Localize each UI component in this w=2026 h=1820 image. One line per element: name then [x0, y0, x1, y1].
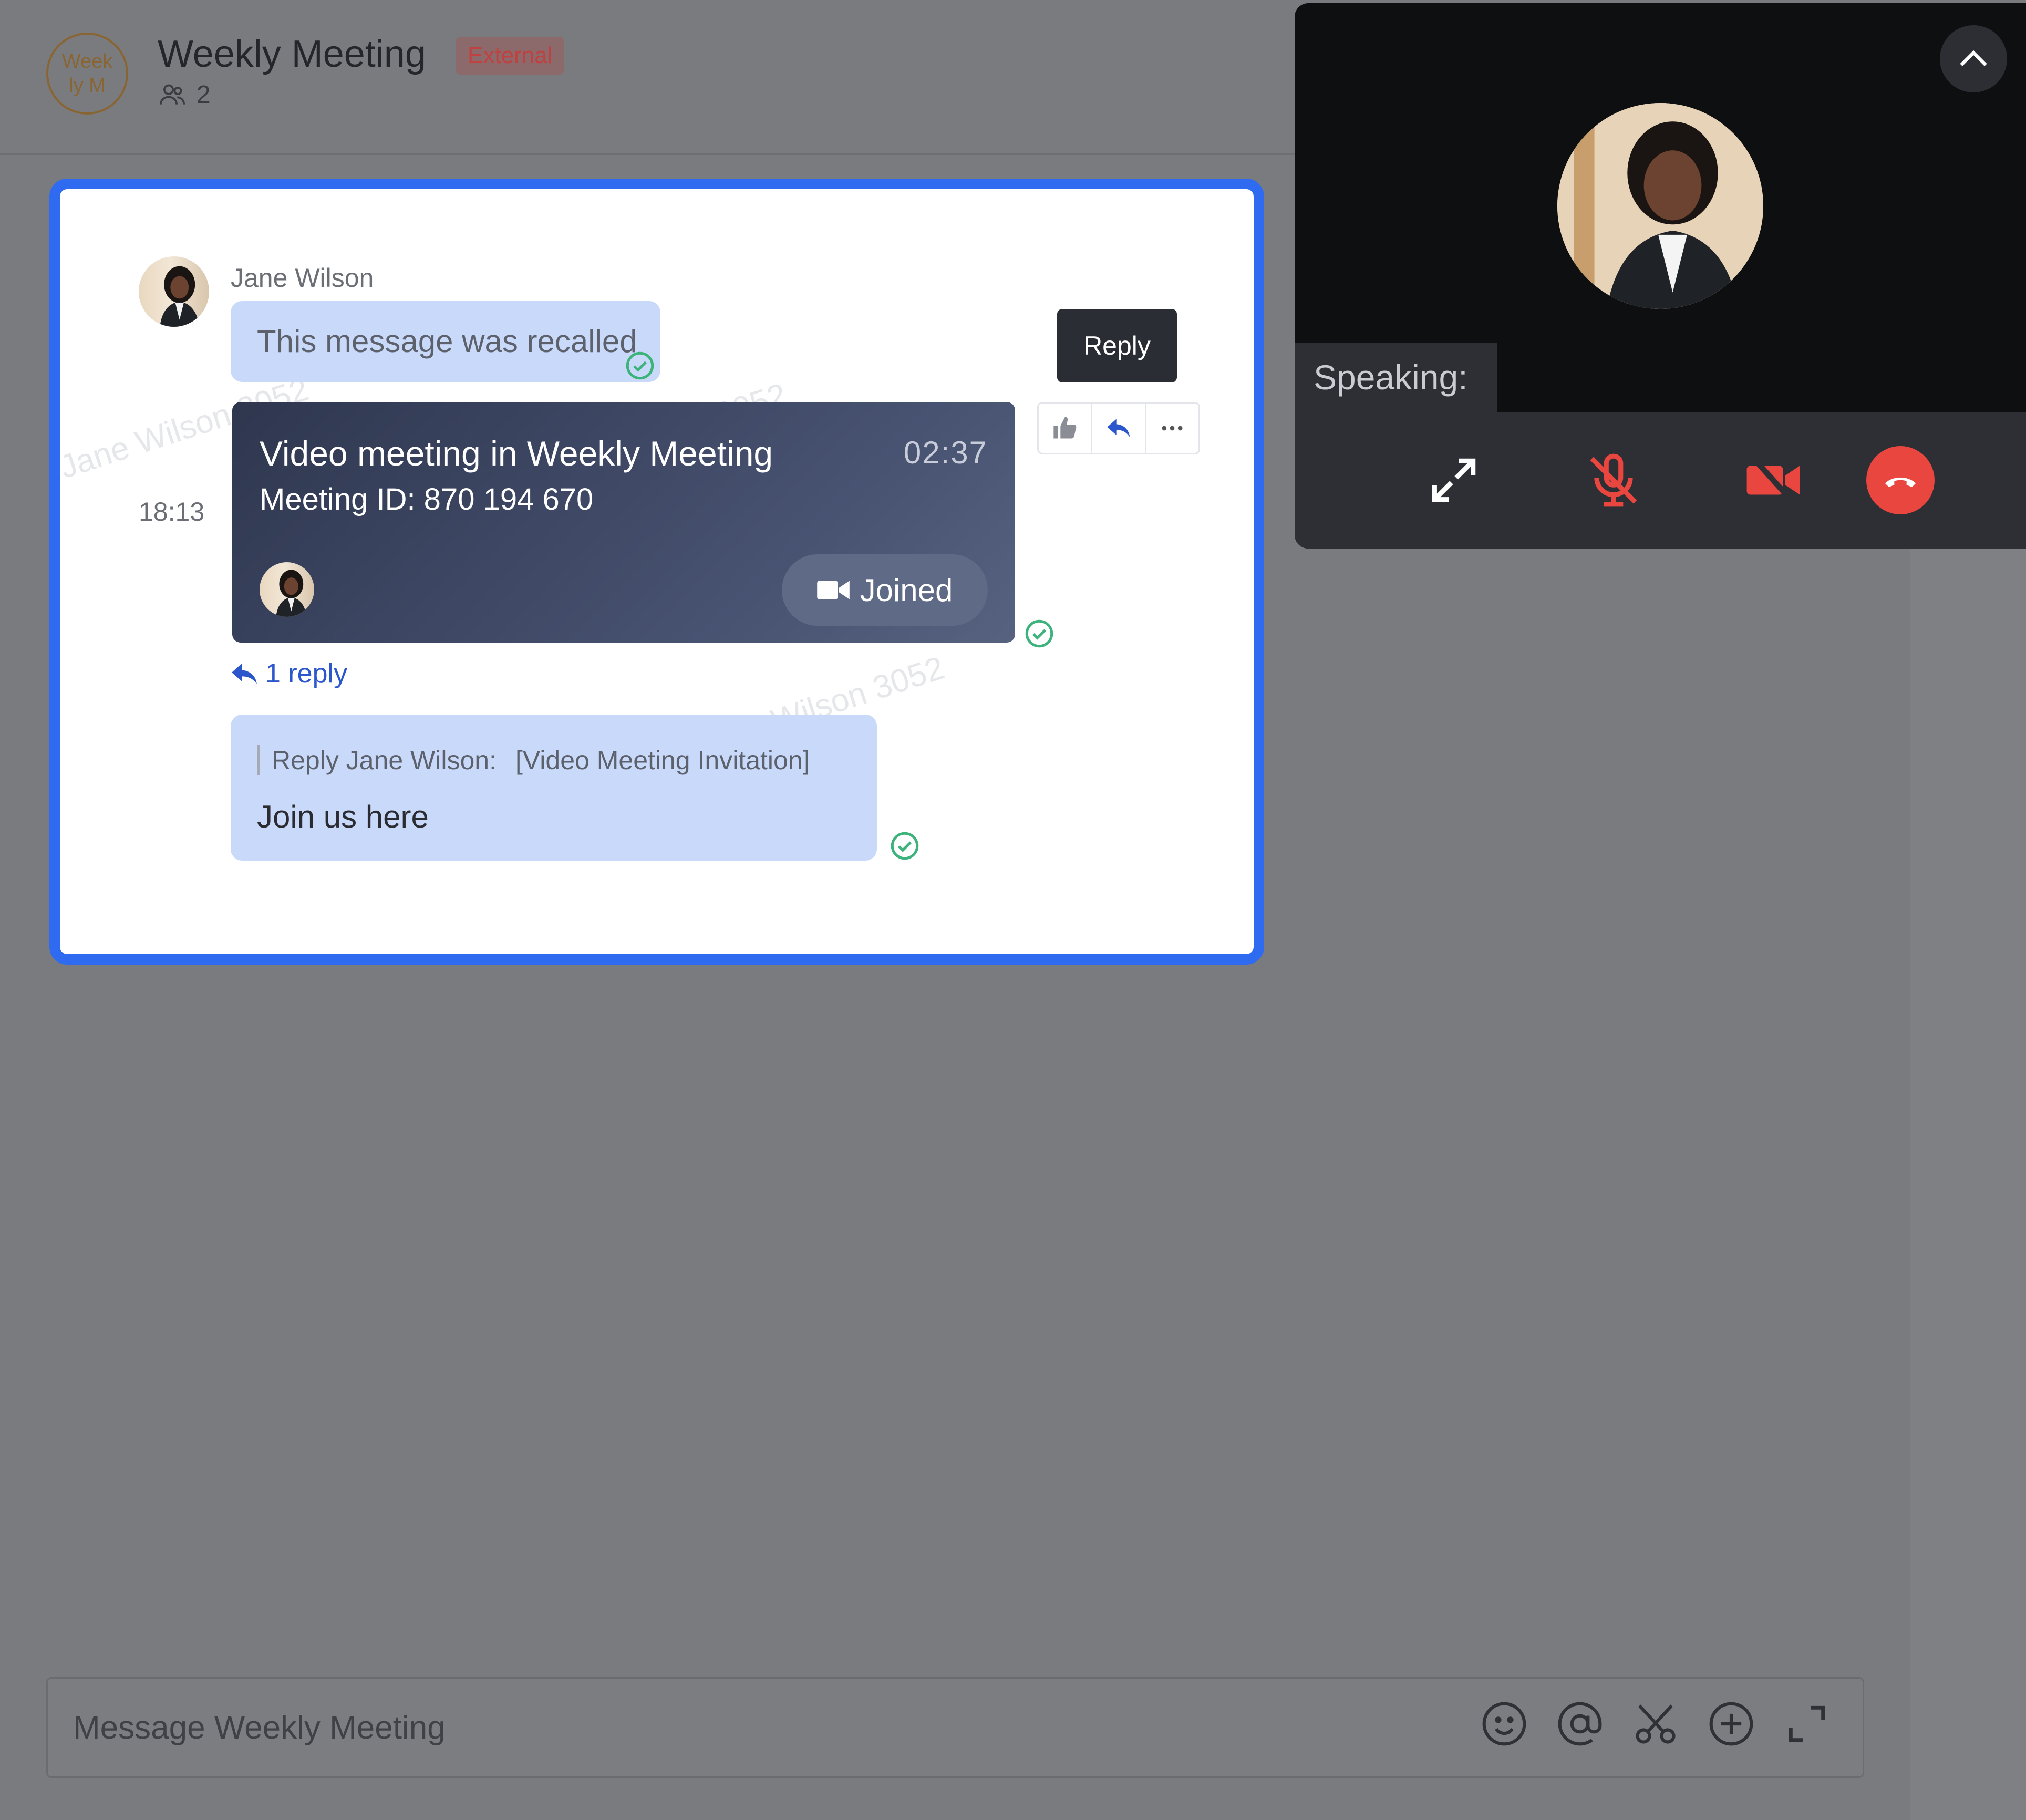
expand-call-button[interactable]	[1420, 446, 1488, 514]
composer-toolbar	[1480, 1700, 1831, 1748]
video-call-panel: Speaking:	[1295, 3, 2026, 549]
expand-composer-button[interactable]	[1783, 1700, 1831, 1748]
quote-bar	[257, 745, 260, 775]
expand-icon	[1789, 1705, 1825, 1742]
more-icon	[1162, 426, 1183, 431]
participant-avatar	[260, 562, 314, 617]
group-avatar[interactable]: Week ly M	[46, 33, 128, 115]
joined-button[interactable]: Joined	[782, 554, 988, 626]
read-check-icon	[891, 832, 919, 860]
reply-quote: Reply Jane Wilson: [Video Meeting Invita…	[257, 745, 810, 775]
mention-button[interactable]	[1556, 1700, 1604, 1748]
read-check-icon	[626, 351, 654, 380]
phone-hangup-icon	[1885, 477, 1916, 488]
member-count-value: 2	[197, 80, 211, 109]
thumbs-up-icon	[1053, 417, 1077, 439]
group-avatar-text: Week ly M	[61, 50, 113, 97]
emoji-button[interactable]	[1480, 1700, 1528, 1748]
hang-up-button[interactable]	[1866, 446, 1935, 514]
video-camera-icon	[816, 581, 850, 599]
reply-message-bubble[interactable]: Reply Jane Wilson: [Video Meeting Invita…	[231, 715, 877, 861]
reply-button[interactable]	[1091, 404, 1144, 453]
quote-text: [Video Meeting Invitation]	[515, 746, 810, 775]
chat-title[interactable]: Weekly Meeting	[158, 33, 426, 76]
collapse-button[interactable]	[1940, 25, 2007, 92]
add-attachment-button[interactable]	[1707, 1700, 1755, 1748]
reply-tooltip: Reply	[1057, 309, 1177, 382]
mic-off-icon	[1590, 453, 1637, 507]
reply-icon	[232, 663, 257, 684]
reply-count-label: 1 reply	[265, 658, 348, 689]
chevron-up-icon	[1960, 50, 1987, 66]
video-meeting-card[interactable]: Video meeting in Weekly Meeting 02:37 Me…	[232, 402, 1015, 643]
scissors-icon	[1636, 1704, 1676, 1744]
thread-reply-count[interactable]: 1 reply	[231, 658, 347, 689]
thumbs-up-button[interactable]	[1039, 404, 1091, 453]
members-icon	[159, 84, 185, 105]
more-button[interactable]	[1144, 404, 1198, 453]
quote-author: Reply Jane Wilson:	[272, 746, 497, 775]
member-count[interactable]: 2	[158, 80, 211, 109]
meeting-duration: 02:37	[903, 435, 988, 470]
camera-off-icon	[1746, 454, 1800, 506]
message-thread-card: Jane Wilson 3052 Jane Wilson 3052 Jane W…	[49, 179, 1264, 965]
at-sign-icon	[1558, 1702, 1602, 1746]
mute-mic-button[interactable]	[1579, 446, 1648, 514]
sender-name[interactable]: Jane Wilson	[231, 263, 374, 293]
emoji-icon	[1482, 1702, 1526, 1746]
camera-off-button[interactable]	[1739, 446, 1807, 514]
call-controls	[1295, 412, 2026, 549]
speaker-avatar	[1557, 103, 1763, 309]
speaking-label: Speaking:	[1295, 343, 1497, 412]
meeting-id: Meeting ID: 870 194 670	[260, 482, 594, 516]
message-input[interactable]	[73, 1679, 1439, 1776]
joined-label: Joined	[860, 572, 953, 608]
reply-icon	[1107, 419, 1130, 438]
message-action-bar	[1037, 402, 1200, 454]
read-check-icon	[1025, 619, 1053, 648]
side-panel-edge	[1910, 549, 2026, 1820]
expand-arrows-icon	[1432, 458, 1476, 502]
external-badge: External	[456, 37, 564, 75]
screenshot-button[interactable]	[1631, 1700, 1680, 1748]
message-composer	[46, 1677, 1864, 1778]
plus-circle-icon	[1709, 1702, 1753, 1746]
reply-text: Join us here	[257, 799, 429, 834]
message-timestamp: 18:13	[139, 497, 205, 526]
sender-avatar[interactable]	[139, 256, 209, 327]
meeting-title: Video meeting in Weekly Meeting	[260, 434, 773, 473]
recalled-message-bubble[interactable]: This message was recalled	[231, 301, 660, 382]
